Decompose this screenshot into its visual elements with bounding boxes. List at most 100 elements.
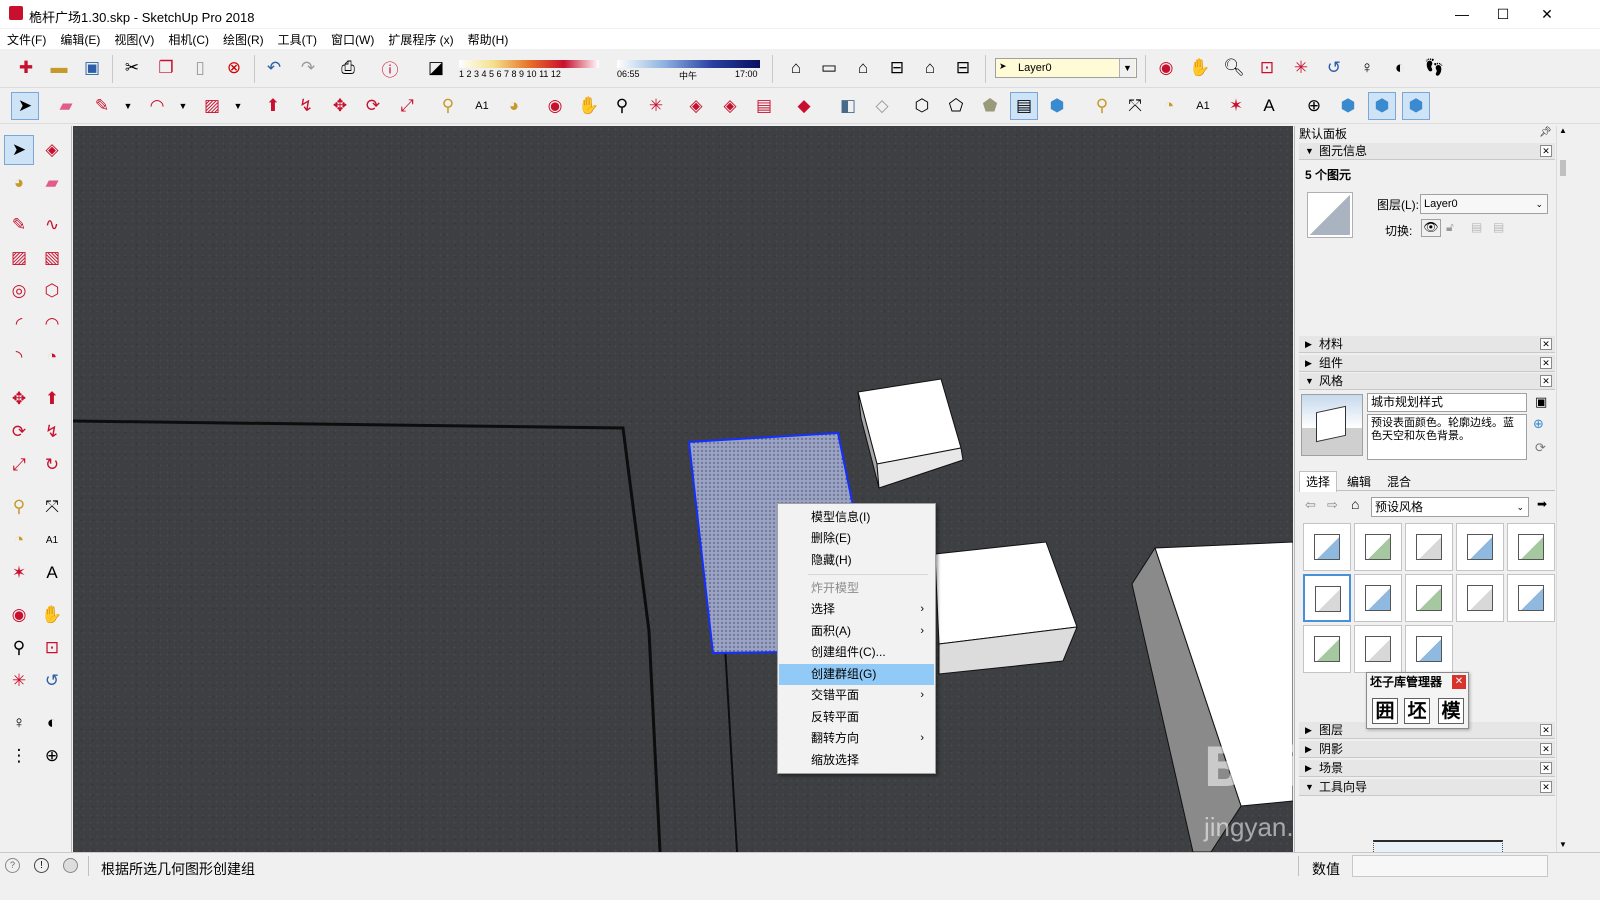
zoom-icon[interactable]: ⚲ [608, 92, 636, 120]
context-menu-item[interactable]: 交错平面 › [779, 685, 934, 706]
shadows-toggle-icon[interactable]: ◪ [422, 54, 450, 82]
menu-draw[interactable]: 绘图(R) [216, 29, 271, 48]
print-icon[interactable]: ⎙ [334, 54, 362, 82]
pan-hand-icon[interactable]: ✋ [37, 600, 67, 630]
walk-icon[interactable]: ⋮ [4, 741, 34, 771]
tape-measure-icon[interactable]: ⚲ [434, 92, 462, 120]
shadows-header[interactable]: ▶ 阴影 ✕ [1299, 741, 1555, 758]
menu-window[interactable]: 窗口(W) [324, 29, 381, 48]
save-icon[interactable]: ▣ [78, 54, 106, 82]
section-cut-icon[interactable]: ⬢ [1402, 92, 1430, 120]
rotate-icon[interactable]: ⟳ [4, 417, 34, 447]
tab-mix[interactable]: 混合 [1381, 473, 1417, 490]
style-thumbnail[interactable] [1354, 523, 1402, 571]
style-thumbnail[interactable] [1303, 523, 1351, 571]
scale-icon[interactable]: ⤢ [4, 450, 34, 480]
look-around-icon[interactable]: ◐ [37, 708, 67, 738]
credits-icon[interactable]: ! [34, 858, 49, 873]
close-icon[interactable]: ✕ [1540, 338, 1552, 350]
close-icon[interactable]: ✕ [1540, 375, 1552, 387]
visibility-eye-icon[interactable]: 👁︎ [1421, 219, 1441, 237]
model-info-icon[interactable]: ⓘ [376, 54, 404, 82]
measurements-input[interactable] [1352, 855, 1548, 877]
scenes-header[interactable]: ▶ 场景 ✕ [1299, 760, 1555, 777]
context-menu-item[interactable]: 反转平面 [779, 707, 934, 728]
freehand-icon[interactable]: ∿ [37, 210, 67, 240]
select-arrow-icon[interactable]: ➤ [11, 92, 39, 120]
rectangle-icon[interactable]: ▨ [4, 243, 34, 273]
circle-icon[interactable]: ◎ [4, 276, 34, 306]
polygon-icon[interactable]: ⬡ [37, 276, 67, 306]
ruby-console-icon[interactable]: ◆ [790, 92, 818, 120]
instructor-header[interactable]: ▼ 工具向导 ✕ [1299, 779, 1555, 796]
context-menu-item[interactable]: 创建组件(C)... [779, 642, 934, 663]
style-description-field[interactable]: 预设表面颜色。轮廓边线。蓝色天空和灰色背景。 [1367, 414, 1527, 460]
maximize-button[interactable]: ☐ [1480, 0, 1526, 28]
eraser-icon[interactable]: ▰ [37, 168, 67, 198]
tray-scrollbar[interactable]: ▲ ▼ [1556, 126, 1568, 852]
position-camera-icon[interactable]: ♀ [1353, 54, 1381, 82]
context-menu-item[interactable]: 面积(A) › [779, 621, 934, 642]
3d-text-icon[interactable]: A [37, 558, 67, 588]
pizilib-model-button[interactable]: 模 [1438, 698, 1464, 724]
look-around-icon[interactable]: ◐ [1386, 54, 1414, 82]
arc-icon[interactable]: ◜ [4, 309, 34, 339]
move-icon[interactable]: ✥ [326, 92, 354, 120]
close-icon[interactable]: ✕ [1540, 781, 1552, 793]
receive-shadows-icon[interactable]: ▤ [1471, 220, 1482, 234]
pin-icon[interactable]: 📌︎ [1539, 127, 1552, 138]
shadow-month-slider[interactable]: 1 2 3 4 5 6 7 8 9 10 11 12 [459, 58, 609, 84]
share-model-icon[interactable]: ◈ [716, 92, 744, 120]
menu-edit[interactable]: 编辑(E) [53, 29, 107, 48]
style-thumbnail[interactable] [1507, 574, 1555, 622]
pizilib-library-button[interactable]: 坯 [1404, 698, 1430, 724]
close-window-button[interactable]: ✕ [1524, 0, 1570, 28]
text-tool-icon[interactable]: A1 [1189, 92, 1217, 120]
minimize-button[interactable]: — [1439, 0, 1485, 28]
geo-location-icon[interactable]: ? [5, 858, 20, 873]
protractor-icon[interactable]: ◔ [1155, 92, 1183, 120]
shadow-time-slider[interactable]: 06:55 中午 17:00 [617, 58, 762, 84]
cast-shadows-icon[interactable]: ▤ [1493, 220, 1504, 234]
menu-file[interactable]: 文件(F) [0, 29, 53, 48]
zoom-window-icon[interactable]: ⊡ [1253, 54, 1281, 82]
pizilib-grid-button[interactable]: 囲 [1372, 698, 1398, 724]
entity-info-header[interactable]: ▼ 图元信息 ✕ [1299, 143, 1555, 160]
pan-hand-icon[interactable]: ✋ [1186, 54, 1214, 82]
context-menu-item[interactable]: 翻转方向 › [779, 728, 934, 749]
tab-edit[interactable]: 编辑 [1341, 473, 1377, 490]
close-icon[interactable]: ✕ [1540, 762, 1552, 774]
walk-icon[interactable]: 👣︎ [1420, 54, 1448, 82]
context-menu-item[interactable]: 隐藏(H) [779, 550, 934, 571]
rotated-rectangle-icon[interactable]: ▧ [37, 243, 67, 273]
style-thumbnail[interactable] [1405, 523, 1453, 571]
materials-header[interactable]: ▶ 材料 ✕ [1299, 336, 1555, 353]
previous-view-icon[interactable]: ↺ [37, 666, 67, 696]
dimension-icon[interactable]: ⤧ [37, 492, 67, 522]
zoom-icon[interactable]: 🔍︎ [1220, 54, 1248, 82]
eraser-icon[interactable]: ▰ [52, 92, 80, 120]
follow-me-icon[interactable]: ↯ [37, 417, 67, 447]
erase-selection-icon[interactable]: ⊗ [220, 54, 248, 82]
3d-text-icon[interactable]: A [1255, 92, 1283, 120]
three-point-arc-icon[interactable]: ◝ [4, 342, 34, 372]
middle-block-top[interactable] [934, 541, 1078, 645]
context-menu-item[interactable]: 缩放选择 [779, 750, 934, 771]
display-section-icon[interactable]: ⬢ [1368, 92, 1396, 120]
cut-icon[interactable]: ✂ [118, 54, 146, 82]
paste-icon[interactable]: ▯ [186, 54, 214, 82]
layer-dropdown[interactable]: ➤ Layer0 ▼ [995, 58, 1137, 78]
create-style-icon[interactable]: ⊕ [1533, 416, 1544, 432]
style-thumbnail[interactable] [1303, 574, 1351, 622]
lock-icon[interactable]: 🔓︎ [1446, 220, 1454, 235]
context-menu-item[interactable]: 创建群组(G) [779, 664, 934, 685]
tape-measure-icon[interactable]: ⚲ [4, 492, 34, 522]
close-icon[interactable]: ✕ [1452, 675, 1466, 689]
shaded-textures-icon[interactable]: ▤ [1010, 92, 1038, 120]
new-file-icon[interactable]: ✚ [12, 54, 40, 82]
style-thumbnail[interactable] [1405, 625, 1453, 673]
back-edges-icon[interactable]: ◇ [868, 92, 896, 120]
scroll-thumb[interactable] [1560, 160, 1566, 176]
line-pencil-icon[interactable]: ✎ [4, 210, 34, 240]
hidden-line-icon[interactable]: ⬠ [942, 92, 970, 120]
